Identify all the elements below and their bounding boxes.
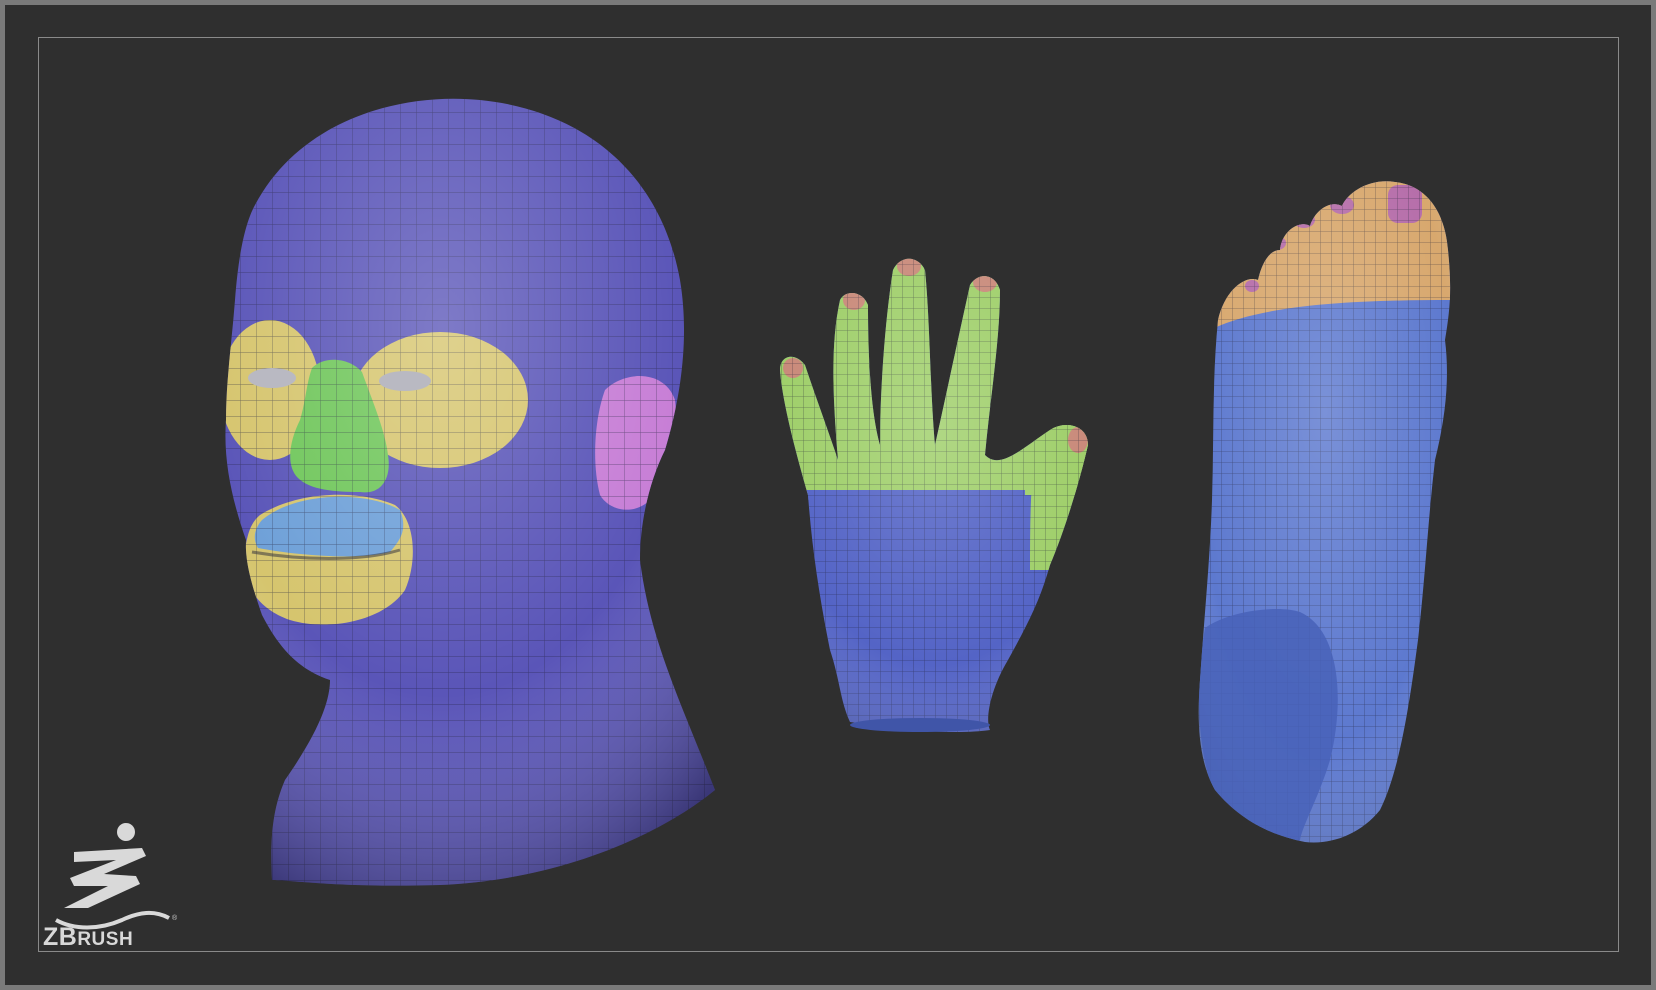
eye-ball-left (379, 371, 431, 391)
hand-mesh-model[interactable] (770, 250, 1100, 750)
zbrush-logo-text: ZBRUSH (43, 923, 134, 951)
trademark-mark: ® (172, 915, 178, 922)
hand-shading (780, 258, 1088, 733)
head-mesh-model[interactable] (200, 80, 740, 900)
eye-ball-right (248, 368, 296, 388)
foot-mesh-model[interactable] (1190, 170, 1460, 860)
document-viewport[interactable] (0, 0, 1656, 990)
head-shading (225, 98, 715, 886)
hand-wrist-opening (850, 718, 990, 732)
